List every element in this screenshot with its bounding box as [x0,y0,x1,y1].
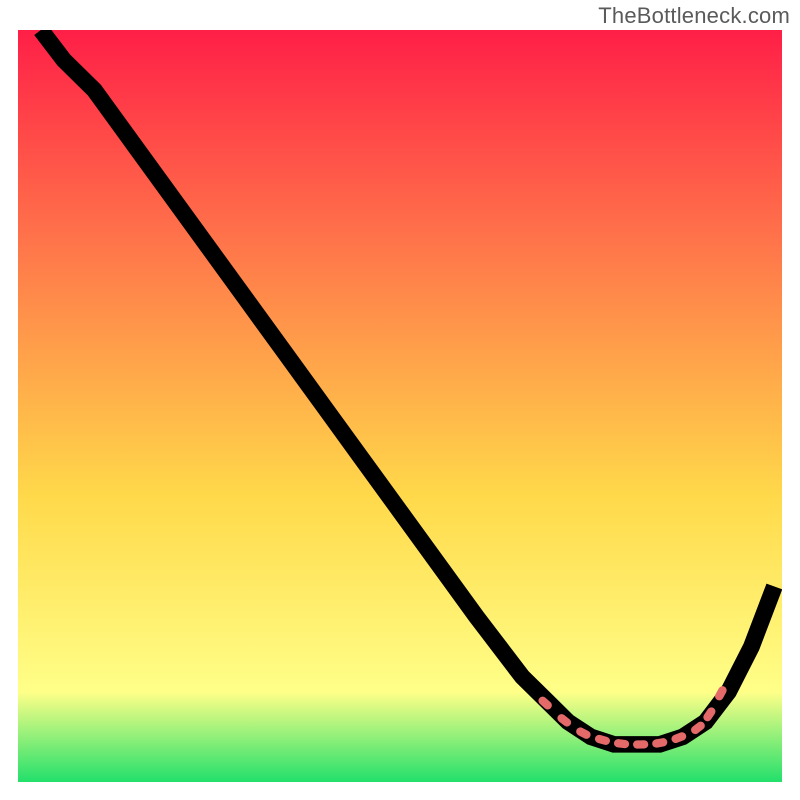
chart-svg [18,30,782,782]
plot-area [18,30,782,782]
chart-wrapper: TheBottleneck.com [0,0,800,800]
bead-marker [633,740,648,749]
watermark-text: TheBottleneck.com [598,3,790,29]
